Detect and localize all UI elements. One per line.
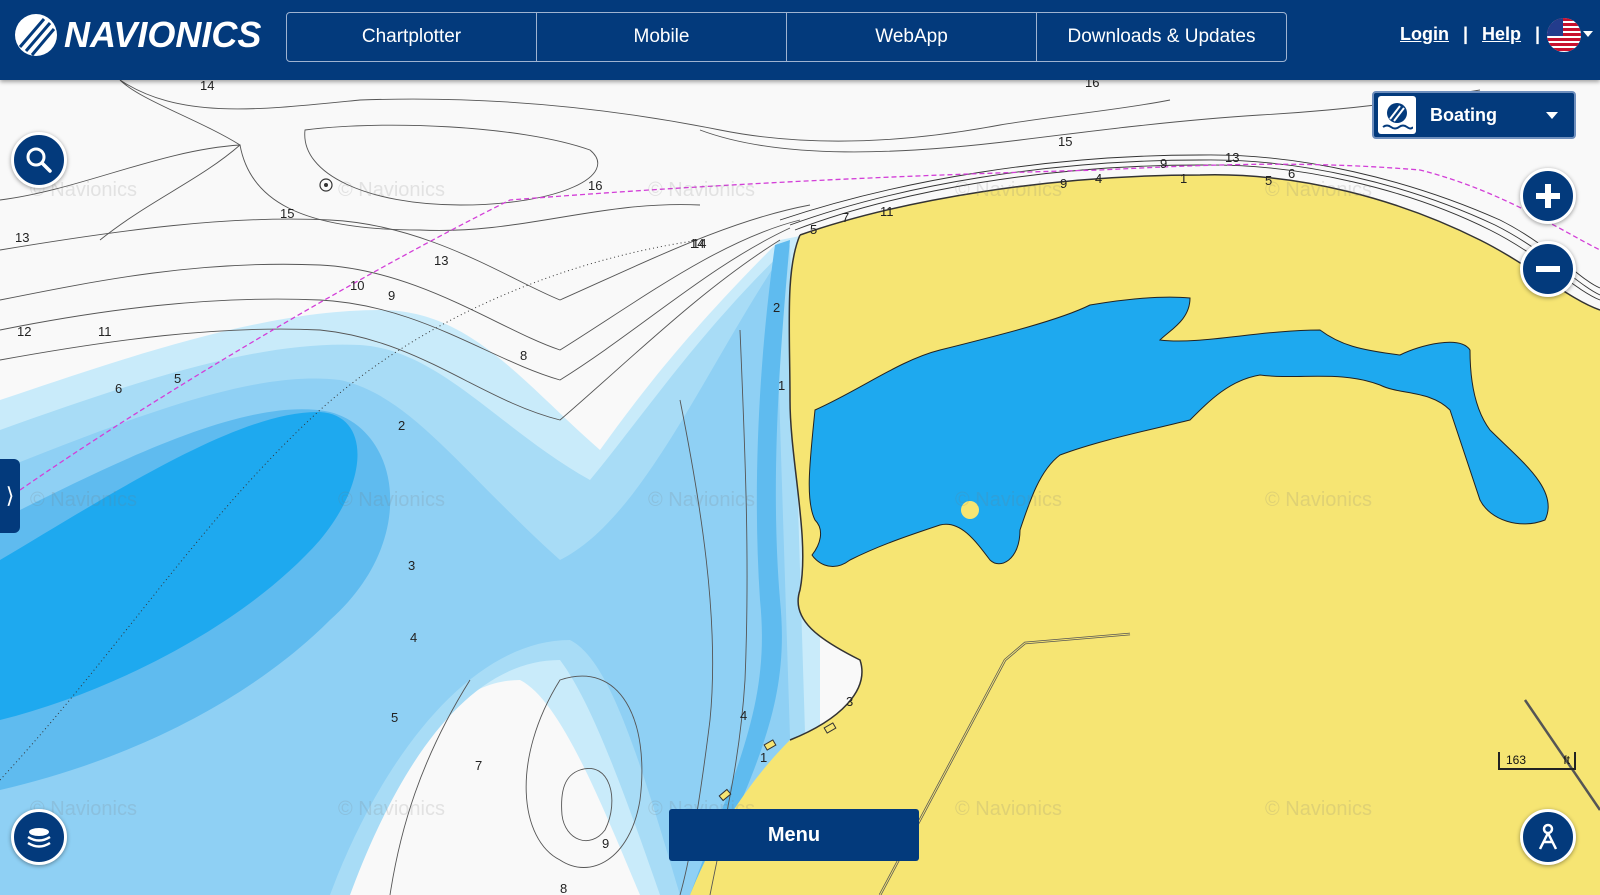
- watermark-text: © Navionics: [955, 179, 1062, 201]
- layers-icon: [27, 828, 51, 848]
- navionics-logo[interactable]: NAVIONICS: [14, 12, 261, 58]
- depth-sounding-label: 13: [1225, 150, 1239, 165]
- depth-sounding-label: 14: [200, 78, 214, 93]
- watermark-text: © Navionics: [1265, 489, 1372, 511]
- depth-sounding-label: 3: [408, 558, 415, 573]
- account-links: Login | Help |: [1400, 24, 1554, 45]
- watermark-text: © Navionics: [338, 179, 445, 201]
- link-separator: |: [1535, 24, 1541, 44]
- chevron-down-icon: [1546, 111, 1558, 119]
- depth-sounding-label: 15: [1058, 134, 1072, 149]
- link-separator: |: [1462, 24, 1469, 44]
- chart-mode-label: Boating: [1430, 104, 1497, 125]
- watermark-text: © Navionics: [648, 179, 755, 201]
- scale-unit: ft: [1563, 753, 1570, 767]
- depth-sounding-label: 5: [810, 222, 817, 237]
- scale-value: 163: [1506, 753, 1527, 767]
- zoom-in-button[interactable]: [1520, 168, 1576, 224]
- depth-sounding-label: 13: [434, 253, 448, 268]
- depth-sounding-label: 4: [1095, 171, 1102, 186]
- logo-text: NAVIONICS: [64, 14, 262, 55]
- depth-sounding-label: 3: [846, 694, 853, 709]
- watermark-text: © Navionics: [1265, 798, 1372, 820]
- depth-sounding-label: 15: [280, 206, 294, 221]
- depth-sounding-label: 10: [350, 278, 364, 293]
- layers-button[interactable]: [11, 809, 67, 865]
- depth-sounding-label: 1: [760, 750, 767, 765]
- tab-webapp[interactable]: WebApp: [787, 13, 1037, 61]
- depth-sounding-label: 9: [602, 836, 609, 851]
- depth-sounding-label: 9: [1160, 156, 1167, 171]
- search-icon: [26, 147, 52, 173]
- depth-sounding-label: 4: [740, 708, 747, 723]
- login-link[interactable]: Login: [1400, 24, 1449, 45]
- depth-sounding-label: 1: [1180, 171, 1187, 186]
- minus-icon: [1536, 266, 1560, 272]
- navionics-logo-icon: [15, 14, 57, 56]
- depth-sounding-label: 5: [174, 371, 181, 386]
- depth-sounding-label: 6: [1288, 166, 1295, 181]
- depth-sounding-label: 7: [842, 210, 849, 225]
- depth-sounding-label: 6: [115, 381, 122, 396]
- nautical-chart-map[interactable]: © Navionics © Navionics © Navionics © Navio…: [0, 0, 1600, 895]
- watermark-text: © Navionics: [1265, 179, 1372, 201]
- depth-sounding-label: 7: [475, 758, 482, 773]
- product-tabs: Chartplotter Mobile WebApp Downloads & U…: [286, 12, 1287, 62]
- depth-sounding-label: 13: [15, 230, 29, 245]
- help-link[interactable]: Help: [1482, 24, 1521, 45]
- watermark-text: © Navionics: [955, 798, 1062, 820]
- plus-icon: [1536, 184, 1560, 208]
- depth-sounding-label: 2: [398, 418, 405, 433]
- depth-sounding-label: 4: [410, 630, 417, 645]
- top-navigation-bar: NAVIONICS Chartplotter Mobile WebApp Dow…: [0, 0, 1600, 80]
- depth-sounding-label: 16: [588, 178, 602, 193]
- side-panel-toggle[interactable]: ⟩: [0, 459, 20, 533]
- depth-sounding-label: 8: [520, 348, 527, 363]
- navionics-boating-icon: [1378, 96, 1416, 134]
- depth-sounding-label: 1: [778, 378, 785, 393]
- depth-sounding-label: 2: [773, 300, 780, 315]
- depth-sounding-label: 5: [391, 710, 398, 725]
- watermark-text: © Navionics: [338, 489, 445, 511]
- search-button[interactable]: [11, 132, 67, 188]
- watermark-text: © Navionics: [648, 489, 755, 511]
- tab-mobile[interactable]: Mobile: [537, 13, 787, 61]
- us-flag-icon[interactable]: [1547, 18, 1581, 52]
- menu-button[interactable]: Menu: [669, 809, 919, 861]
- tab-downloads-updates[interactable]: Downloads & Updates: [1037, 13, 1286, 61]
- depth-sounding-label: 11: [880, 204, 894, 219]
- chart-mode-select[interactable]: Boating: [1372, 91, 1576, 139]
- depth-sounding-label: 9: [388, 288, 395, 303]
- language-dropdown-caret-icon[interactable]: [1583, 31, 1593, 37]
- tab-chartplotter[interactable]: Chartplotter: [287, 13, 537, 61]
- watermark-text: © Navionics: [338, 798, 445, 820]
- chevron-right-icon: ⟩: [5, 483, 15, 508]
- depth-sounding-label: 14: [690, 236, 704, 251]
- depth-sounding-label: 9: [1060, 176, 1067, 191]
- depth-sounding-label: 12: [17, 324, 31, 339]
- depth-sounding-label: 11: [98, 324, 112, 339]
- map-scale: 163 ft: [1498, 752, 1576, 772]
- route-button[interactable]: [1520, 809, 1576, 865]
- route-icon: [1538, 823, 1558, 850]
- depth-sounding-label: 5: [1265, 173, 1272, 188]
- watermark-text: © Navionics: [955, 489, 1062, 511]
- zoom-out-button[interactable]: [1520, 241, 1576, 297]
- watermark-text: © Navionics: [30, 489, 137, 511]
- depth-sounding-label: 8: [560, 881, 567, 895]
